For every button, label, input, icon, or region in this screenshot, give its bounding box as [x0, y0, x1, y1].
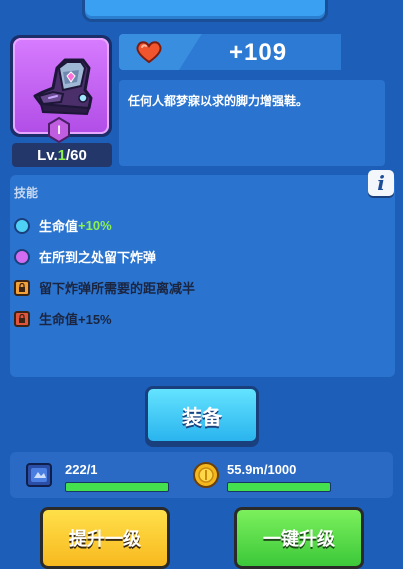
- skill-text: 在所到之处留下炸弹: [39, 250, 157, 265]
- item-description: 任何人都梦寐以求的脚力增强鞋。: [128, 94, 309, 108]
- skill-text: 生命值+15%: [39, 312, 112, 327]
- heart-icon: [136, 41, 162, 64]
- skill-row-locked: 生命值+15%: [14, 309, 112, 328]
- lock-icon: [14, 279, 30, 296]
- top-tab: [82, 0, 328, 22]
- skill-bonus: +10%: [78, 218, 112, 233]
- coin-icon: [193, 462, 219, 488]
- item-level: Lv. 1/60: [12, 143, 112, 167]
- level-prefix: Lv.: [37, 146, 58, 164]
- coin-count: 55.9m/1000: [227, 462, 297, 477]
- equip-button[interactable]: 装备: [145, 386, 259, 444]
- coin-progress-fill: [228, 483, 330, 491]
- info-button[interactable]: i: [368, 170, 394, 196]
- coin-progress: [227, 482, 331, 492]
- purple-dot-icon: [14, 248, 30, 265]
- level-max: /60: [66, 146, 87, 164]
- lock-icon: [14, 310, 30, 327]
- stat-value: +109: [229, 39, 288, 66]
- description-box: 任何人都梦寐以求的脚力增强鞋。: [119, 80, 385, 166]
- upgrade-all-button[interactable]: 一键升级: [234, 507, 364, 569]
- cyan-dot-icon: [14, 217, 30, 234]
- skill-text: 留下炸弹所需要的距离减半: [39, 281, 196, 296]
- scroll-progress-fill: [66, 483, 168, 491]
- skill-row-locked: 留下炸弹所需要的距离减半: [14, 278, 195, 297]
- scroll-icon: [26, 463, 52, 487]
- level-current: 1: [57, 146, 67, 164]
- rank-badge: I: [48, 117, 70, 143]
- skills-title: 技能: [14, 186, 39, 200]
- scroll-count: 222/1: [65, 462, 98, 477]
- rank-label: I: [57, 123, 60, 137]
- skill-row: 生命值 +10%: [14, 216, 112, 235]
- skill-row: 在所到之处留下炸弹: [14, 247, 156, 266]
- skill-text: 生命值: [39, 219, 79, 234]
- scroll-progress: [65, 482, 169, 492]
- stat-box: +109: [119, 34, 341, 70]
- upgrade-one-button[interactable]: 提升一级: [40, 507, 170, 569]
- skills-panel: [10, 175, 395, 377]
